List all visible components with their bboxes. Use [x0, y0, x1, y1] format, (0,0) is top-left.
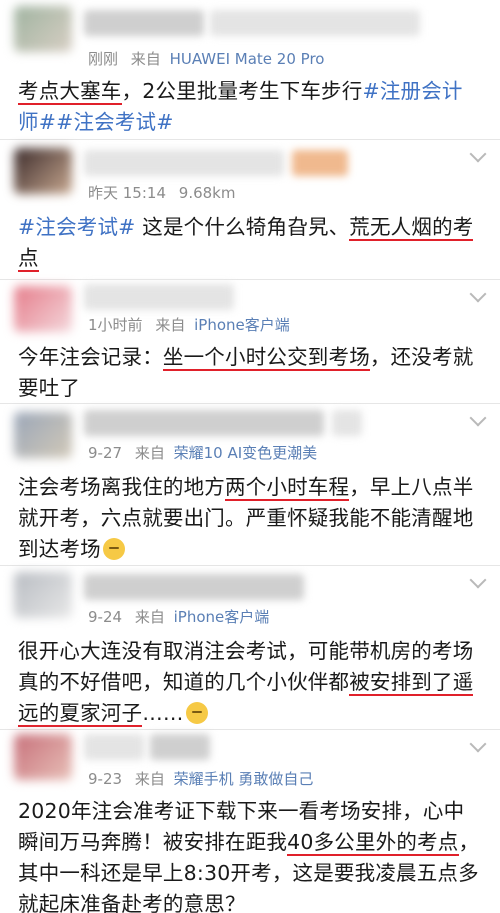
chevron-down-icon[interactable]: [469, 409, 487, 427]
comment-post: 昨天 15:14 9.68km #注会考试# 这是个什么犄角旮旯、荒无人烟的考点: [0, 140, 500, 280]
chevron-down-icon[interactable]: [469, 285, 487, 303]
post-source-link[interactable]: iPhone客户端: [194, 316, 290, 334]
post-text-segment: 注会考场离我住的地方: [18, 475, 225, 499]
post-text: 很开心大连没有取消注会考试，可能带机房的考场真的不好借吧，知道的几个小伙伴都被安…: [18, 636, 480, 729]
username-blurred[interactable]: [84, 150, 284, 176]
weibo-comment-feed: 刚刚 来自 HUAWEI Mate 20 Pro 考点大塞车，2公里批量考生下车…: [0, 0, 500, 913]
post-text: 2020年注会准考证下载下来一看考场安排，心中瞬间万马奔腾！被安排在距我40多公…: [18, 796, 480, 913]
post-text-segment: 这是个什么犄角旮旯、: [135, 215, 350, 239]
post-time: 9-27: [88, 444, 123, 462]
highlighted-text: 坐一个小时公交到考场: [162, 345, 370, 371]
post-text: #注会考试# 这是个什么犄角旮旯、荒无人烟的考点: [18, 212, 480, 274]
tears-of-joy-face-icon: [185, 702, 208, 724]
post-text: 注会考场离我住的地方两个小时车程，早上八点半就开考，六点就要出门。严重怀疑我能不…: [18, 472, 480, 565]
comment-post: 9-24 来自 iPhone客户端 很开心大连没有取消注会考试，可能带机房的考场…: [0, 566, 500, 730]
post-from: 来自: [134, 608, 165, 626]
avatar[interactable]: [14, 412, 72, 458]
post-source-link[interactable]: 荣耀手机 勇敢做自己: [174, 770, 314, 788]
avatar[interactable]: [14, 148, 72, 194]
post-from: 来自: [155, 316, 186, 334]
highlighted-text: 40多公里外的考点: [287, 830, 459, 856]
post-meta: 昨天 15:14 9.68km: [88, 182, 235, 203]
username-blurred-extra: [150, 734, 210, 760]
post-time: 9-23: [88, 770, 123, 788]
comment-post: 9-27 来自 荣耀10 AI变色更潮美 注会考场离我住的地方两个小时车程，早上…: [0, 404, 500, 566]
comment-post: 刚刚 来自 HUAWEI Mate 20 Pro 考点大塞车，2公里批量考生下车…: [0, 0, 500, 140]
post-distance: 9.68km: [178, 184, 236, 202]
chevron-down-icon[interactable]: [469, 571, 487, 589]
username-blurred[interactable]: [84, 410, 324, 436]
post-meta: 刚刚 来自 HUAWEI Mate 20 Pro: [88, 48, 324, 69]
chevron-down-icon[interactable]: [469, 735, 487, 753]
post-from: 来自: [130, 50, 161, 68]
post-time: 1小时前: [88, 316, 143, 334]
post-meta: 9-27 来自 荣耀10 AI变色更潮美: [88, 442, 317, 463]
username-blurred[interactable]: [84, 574, 304, 600]
avatar[interactable]: [14, 286, 72, 332]
post-text: 今年注会记录：坐一个小时公交到考场，还没考就要吐了: [18, 342, 480, 404]
topic-hashtag-link[interactable]: #注会考试#: [18, 215, 136, 239]
post-source-link[interactable]: iPhone客户端: [174, 608, 270, 626]
comment-post: 9-23 来自 荣耀手机 勇敢做自己 2020年注会准考证下载下来一看考场安排，…: [0, 730, 500, 913]
post-time: 9-24: [88, 608, 123, 626]
highlighted-text: 考点大塞车: [18, 79, 122, 105]
post-time: 刚刚: [88, 50, 119, 68]
post-meta: 1小时前 来自 iPhone客户端: [88, 314, 290, 335]
post-text-segment: ……: [142, 701, 184, 725]
highlighted-text: 两个小时车程: [225, 475, 350, 501]
sleepy-face-icon: [102, 538, 125, 560]
username-blurred[interactable]: [84, 10, 204, 36]
username-blurred[interactable]: [84, 284, 234, 310]
avatar[interactable]: [14, 6, 72, 52]
post-source-link[interactable]: 荣耀10 AI变色更潮美: [174, 444, 318, 462]
post-text-segment: ，2公里批量考生下车步行: [121, 79, 363, 103]
post-meta: 9-24 来自 iPhone客户端: [88, 606, 269, 627]
chevron-down-icon[interactable]: [469, 145, 487, 163]
username-badge-blurred: [292, 150, 348, 176]
post-from: 来自: [134, 444, 165, 462]
avatar[interactable]: [14, 734, 72, 780]
post-time: 昨天 15:14: [88, 184, 166, 202]
username-blurred-extra: [210, 10, 420, 36]
username-blurred[interactable]: [84, 734, 144, 760]
post-from: 来自: [134, 770, 165, 788]
post-text: 考点大塞车，2公里批量考生下车步行#注册会计师##注会考试#: [18, 76, 480, 138]
post-meta: 9-23 来自 荣耀手机 勇敢做自己: [88, 768, 313, 789]
username-blurred-extra: [332, 410, 362, 436]
comment-post: 1小时前 来自 iPhone客户端 今年注会记录：坐一个小时公交到考场，还没考就…: [0, 280, 500, 404]
post-source-link[interactable]: HUAWEI Mate 20 Pro: [170, 50, 325, 68]
post-text-segment: 今年注会记录：: [18, 345, 163, 369]
avatar[interactable]: [14, 572, 72, 618]
